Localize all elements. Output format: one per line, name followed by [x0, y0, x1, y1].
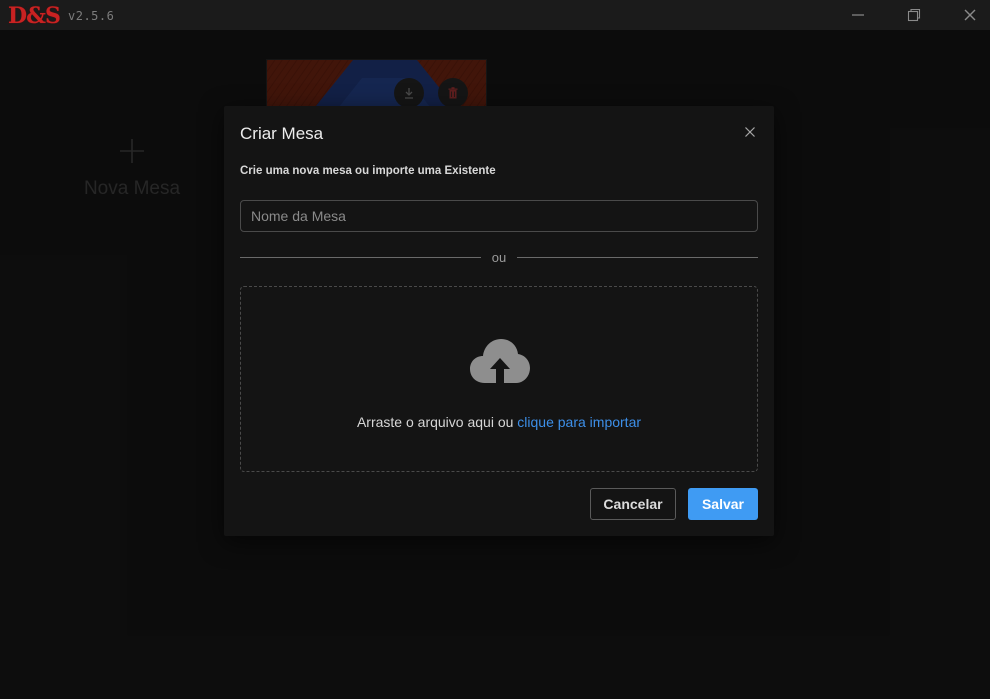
divider-line-left	[240, 257, 481, 258]
dropzone-instruction: Arraste o arquivo aqui ou	[356, 414, 514, 430]
minimize-button[interactable]	[840, 0, 876, 30]
divider-line-right	[517, 257, 758, 258]
save-button[interactable]: Salvar	[688, 488, 758, 520]
maximize-button[interactable]	[896, 0, 932, 30]
close-window-button[interactable]	[952, 0, 988, 30]
maximize-icon	[907, 8, 921, 22]
divider-text: ou	[491, 250, 507, 265]
close-icon	[745, 127, 755, 137]
app-logo: D&S	[8, 3, 61, 29]
modal-close-button[interactable]	[740, 122, 760, 142]
close-icon	[964, 9, 976, 21]
cloud-upload-icon	[470, 339, 530, 383]
modal-title: Criar Mesa	[240, 124, 324, 143]
modal-subtitle: Crie uma nova mesa ou importe uma Existe…	[240, 165, 496, 177]
app-version: v2.5.6	[68, 9, 115, 23]
create-table-modal: Criar Mesa Crie uma nova mesa ou importe…	[224, 106, 774, 536]
minimize-icon	[852, 14, 864, 16]
file-dropzone[interactable]: Arraste o arquivo aqui ou clique para im…	[240, 286, 758, 472]
cancel-button[interactable]: Cancelar	[590, 488, 676, 520]
import-link[interactable]: clique para importar	[517, 414, 641, 430]
dropzone-text: Arraste o arquivo aqui ou clique para im…	[241, 414, 757, 430]
table-name-input[interactable]	[240, 200, 758, 232]
title-bar: D&S v2.5.6	[0, 0, 990, 30]
